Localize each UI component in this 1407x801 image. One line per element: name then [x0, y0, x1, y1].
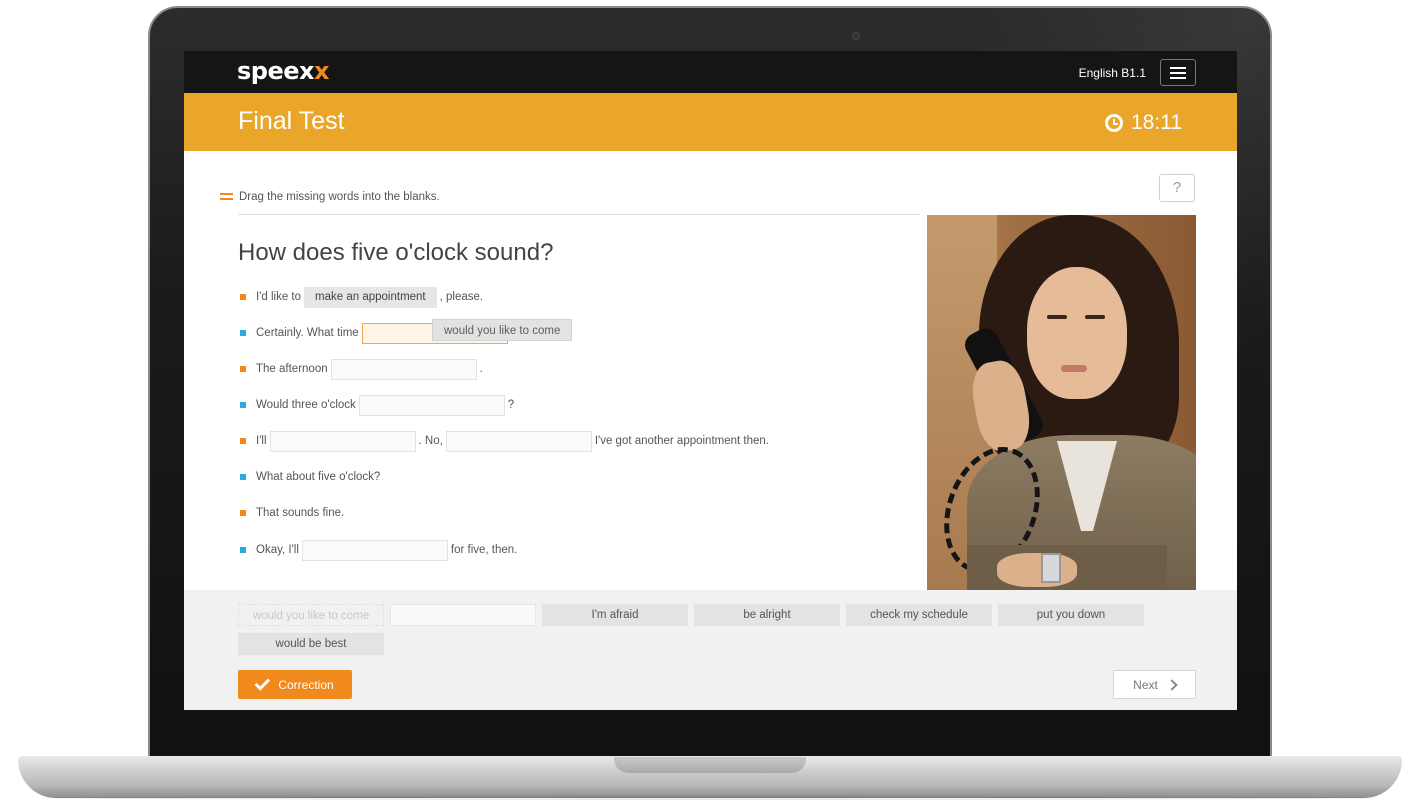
screen: speexx English B1.1 Final Test 18:11 Dra… [184, 51, 1237, 710]
drag-icon [220, 193, 233, 201]
timer: 18:11 [1105, 111, 1182, 135]
speaker-b-bullet [240, 547, 246, 553]
answer-blank[interactable] [301, 539, 448, 561]
answer-blank[interactable] [445, 430, 592, 452]
speaker-b-bullet [240, 330, 246, 336]
speaker-a-bullet [240, 438, 246, 444]
dialog-line: What about five o'clock? [240, 466, 380, 488]
speaker-b-bullet [240, 402, 246, 408]
word-chip[interactable]: I'm afraid [542, 604, 688, 626]
hamburger-icon [1170, 66, 1186, 69]
help-button[interactable]: ? [1159, 174, 1195, 202]
dragging-word-chip[interactable]: would you like to come [432, 319, 573, 341]
divider [238, 214, 920, 215]
next-button[interactable]: Next [1113, 670, 1196, 699]
word-chip-used: would you like to come [238, 604, 384, 626]
course-label: English B1.1 [1078, 66, 1146, 80]
clock-icon [1105, 114, 1123, 132]
top-bar: speexx English B1.1 [184, 51, 1237, 93]
laptop-shadow [40, 796, 1380, 800]
dialog-line: The afternoon . [240, 358, 483, 380]
wristwatch [1041, 553, 1061, 583]
dialog-line: I'd like to make an appointment , please… [240, 286, 483, 308]
speexx-logo[interactable]: speexx [237, 57, 329, 85]
filled-blank[interactable]: make an appointment [304, 286, 437, 308]
word-chip[interactable]: check my schedule [846, 604, 992, 626]
speaker-b-bullet [240, 474, 246, 480]
word-chip[interactable]: be alright [694, 604, 840, 626]
word-chip-empty [390, 604, 536, 626]
speaker-a-bullet [240, 510, 246, 516]
check-icon [254, 674, 271, 691]
exercise-photo [927, 215, 1196, 590]
page-title: Final Test [238, 107, 345, 135]
timer-value: 18:11 [1131, 111, 1182, 134]
speaker-a-bullet [240, 294, 246, 300]
chevron-right-icon [1166, 678, 1178, 691]
dialog-line: That sounds fine. [240, 502, 344, 524]
title-bar: Final Test 18:11 [184, 93, 1237, 151]
exercise-heading: How does five o'clock sound? [238, 239, 554, 266]
answer-blank[interactable] [269, 430, 416, 452]
word-chip[interactable]: would be best [238, 633, 384, 655]
speaker-a-bullet [240, 366, 246, 372]
dialog-line: Would three o'clock ? [240, 394, 514, 416]
menu-button[interactable] [1160, 59, 1196, 86]
instruction: Drag the missing words into the blanks. [220, 191, 440, 203]
dialog-line: I'll . No, I've got another appointment … [240, 430, 769, 452]
correction-button[interactable]: Correction [238, 670, 352, 699]
laptop-notch [614, 757, 806, 773]
answer-blank[interactable] [358, 394, 505, 416]
word-chip[interactable]: put you down [998, 604, 1144, 626]
camera-icon [852, 32, 860, 40]
dialog-line: Okay, I'll for five, then. [240, 539, 517, 561]
answer-blank[interactable] [330, 358, 477, 380]
